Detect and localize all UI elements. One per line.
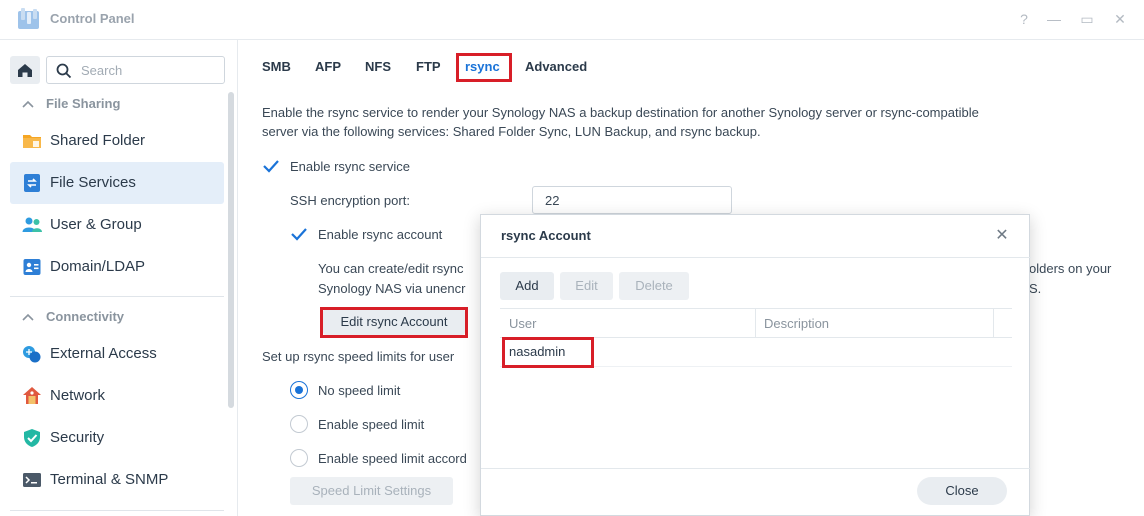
section-label: Connectivity	[46, 309, 125, 324]
speed-limit-settings-button[interactable]: Speed Limit Settings	[290, 477, 453, 505]
description-line: Enable the rsync service to render your …	[262, 105, 979, 120]
user-cell: nasadmin	[509, 344, 566, 359]
tab-rsync[interactable]: rsync	[465, 59, 500, 74]
home-icon	[18, 64, 32, 77]
sidebar-item-label: Shared Folder	[50, 132, 146, 149]
sidebar-item-network[interactable]: Network	[10, 375, 224, 417]
maximize-icon[interactable]: ▭	[1077, 9, 1097, 29]
ssh-port-field[interactable]: 22	[532, 186, 732, 214]
sidebar-item-label: Security	[50, 429, 105, 446]
sidebar-divider	[10, 296, 224, 297]
column-divider	[755, 309, 756, 338]
sidebar-item-label: External Access	[50, 345, 157, 362]
window-title: Control Panel	[50, 11, 135, 26]
table-row[interactable]: nasadmin	[500, 338, 1012, 367]
sidebar-item-label: User & Group	[50, 216, 142, 233]
speed-option-label: Enable speed limit accord	[318, 451, 467, 466]
file-services-icon	[24, 174, 40, 192]
dialog-divider	[481, 468, 1031, 469]
ssh-port-label: SSH encryption port:	[290, 193, 410, 208]
ssh-port-value: 22	[545, 193, 560, 208]
sidebar-item-domain-ldap[interactable]: Domain/LDAP	[10, 246, 224, 288]
close-icon[interactable]: ✕	[993, 227, 1011, 245]
edit-button[interactable]: Edit	[560, 272, 613, 300]
table-header: User Description	[500, 308, 1012, 338]
sidebar-item-label: Domain/LDAP	[50, 258, 146, 275]
home-button[interactable]	[10, 56, 40, 84]
enable-rsync-service-label: Enable rsync service	[290, 159, 410, 174]
speed-option-label: No speed limit	[318, 383, 401, 398]
enable-rsync-service-checkbox[interactable]	[262, 157, 280, 175]
terminal-icon	[23, 473, 41, 487]
sidebar-item-file-services[interactable]: File Services	[10, 162, 224, 204]
edit-rsync-account-button[interactable]: Edit rsync Account	[323, 309, 465, 335]
section-file-sharing[interactable]: File Sharing	[22, 96, 120, 111]
sidebar-divider	[10, 510, 224, 511]
network-icon	[23, 387, 41, 404]
section-label: File Sharing	[46, 96, 121, 111]
column-divider	[993, 309, 994, 338]
close-button[interactable]: Close	[917, 477, 1007, 505]
account-description-left: You can create/edit rsync	[318, 261, 464, 276]
dialog-divider	[481, 257, 1031, 258]
search-input[interactable]: Search	[46, 56, 225, 84]
sidebar-item-user-group[interactable]: User & Group	[10, 204, 224, 246]
tab-nfs[interactable]: NFS	[365, 59, 391, 74]
search-placeholder: Search	[81, 63, 123, 78]
tab-afp[interactable]: AFP	[315, 59, 341, 74]
control-panel-app-icon	[18, 8, 39, 29]
enable-rsync-account-label: Enable rsync account	[318, 227, 443, 242]
sidebar-item-external-access[interactable]: External Access	[10, 333, 224, 375]
search-icon	[56, 63, 72, 79]
rsync-account-dialog: rsync Account ✕ Add Edit Delete User Des…	[480, 214, 1031, 516]
account-description-right: S.	[1029, 281, 1042, 296]
dialog-title: rsync Account	[501, 228, 591, 243]
enable-speed-limit-radio[interactable]	[290, 415, 308, 433]
chevron-up-icon	[22, 96, 36, 111]
speed-limits-label: Set up rsync speed limits for user	[262, 349, 455, 364]
account-description-left: Synology NAS via unencr	[318, 281, 466, 296]
tab-ftp[interactable]: FTP	[416, 59, 441, 74]
speed-option-label: Enable speed limit	[318, 417, 425, 432]
column-header-description[interactable]: Description	[764, 316, 829, 331]
sidebar-item-label: Terminal & SNMP	[50, 471, 169, 488]
tab-smb[interactable]: SMB	[262, 59, 291, 74]
tab-bar: SMB AFP NFS FTP rsync Advanced	[239, 40, 1144, 92]
enable-rsync-account-checkbox[interactable]	[290, 225, 308, 243]
add-button[interactable]: Add	[500, 272, 554, 300]
speed-limit-schedule-radio[interactable]	[290, 449, 308, 467]
section-connectivity[interactable]: Connectivity	[22, 309, 124, 324]
external-access-icon	[23, 346, 41, 363]
tab-advanced[interactable]: Advanced	[525, 59, 587, 74]
help-icon[interactable]: ?	[1014, 9, 1034, 29]
column-header-user[interactable]: User	[509, 316, 536, 331]
folder-icon	[23, 135, 41, 148]
sidebar-item-label: File Services	[50, 174, 136, 191]
security-shield-icon	[24, 429, 40, 447]
delete-button[interactable]: Delete	[619, 272, 689, 300]
no-speed-limit-radio[interactable]	[290, 381, 308, 399]
account-description-right: olders on your	[1029, 261, 1112, 276]
chevron-up-icon	[22, 309, 36, 324]
minimize-icon[interactable]: —	[1044, 9, 1064, 29]
sidebar-item-shared-folder[interactable]: Shared Folder	[10, 120, 224, 162]
sidebar-item-terminal-snmp[interactable]: Terminal & SNMP	[10, 459, 224, 501]
close-window-icon[interactable]: ✕	[1110, 9, 1130, 29]
domain-icon	[23, 259, 41, 275]
rsync-description: Enable the rsync service to render your …	[262, 103, 1132, 141]
description-line: server via the following services: Share…	[262, 124, 761, 139]
sidebar-scrollbar[interactable]	[228, 92, 234, 408]
title-bar: Control Panel ? — ▭ ✕	[0, 0, 1144, 40]
sidebar: Search File Sharing Shared Folder File S…	[0, 40, 238, 516]
user-group-icon	[22, 217, 42, 232]
sidebar-item-security[interactable]: Security	[10, 417, 224, 459]
sidebar-item-label: Network	[50, 387, 106, 404]
